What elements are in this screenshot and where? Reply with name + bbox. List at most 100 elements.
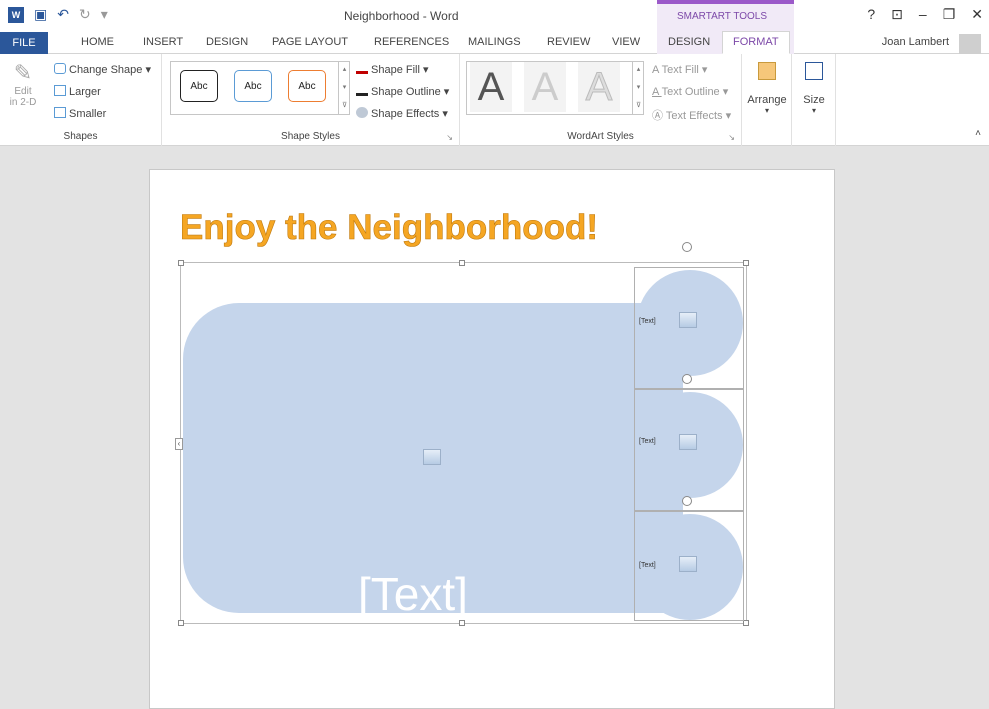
arrange-group: Arrange ▾ <box>742 54 792 146</box>
circle-shape-2[interactable]: [Text] <box>634 374 744 511</box>
tab-review[interactable]: REVIEW <box>547 36 590 48</box>
user-name[interactable]: Joan Lambert <box>882 36 949 48</box>
small-text-placeholder[interactable]: [Text] <box>639 438 656 445</box>
wordart-style-3[interactable]: A <box>578 62 620 112</box>
size-icon <box>805 62 823 80</box>
tab-file[interactable]: FILE <box>0 32 48 54</box>
resize-handle[interactable] <box>178 620 184 626</box>
dialog-launcher-icon[interactable]: ↘ <box>728 133 735 142</box>
redo-icon[interactable]: ↻ <box>79 6 91 23</box>
main-text-placeholder[interactable]: [Text] <box>358 567 468 621</box>
text-fill-button[interactable]: A Text Fill ▾ <box>652 63 707 76</box>
tab-design[interactable]: DESIGN <box>206 36 248 48</box>
small-text-placeholder[interactable]: [Text] <box>639 562 656 569</box>
resize-handle[interactable] <box>459 260 465 266</box>
wordart-styles-label: WordArt Styles <box>567 131 634 142</box>
larger-icon <box>54 85 66 96</box>
picture-placeholder-icon[interactable] <box>679 312 697 328</box>
circle-shape-3[interactable]: [Text] <box>634 496 744 621</box>
help-icon[interactable]: ? <box>867 6 875 23</box>
wordart-style-2[interactable]: A <box>524 62 566 112</box>
customize-qat-icon[interactable]: ▾ <box>101 6 108 23</box>
dialog-launcher-icon[interactable]: ↘ <box>446 133 453 142</box>
change-shape-button[interactable]: Change Shape ▾ <box>54 63 151 76</box>
wordart-styles-group: A A A ▴ ▾ ⊽ A Text Fill ▾ A Text Outline ▾… <box>460 54 742 146</box>
shapes-group: ✎ Edit in 2-D Change Shape ▾ Larger Smal… <box>0 54 162 146</box>
context-group-label: SMARTART TOOLS <box>677 11 768 22</box>
edit-2d-button[interactable]: ✎ Edit in 2-D <box>6 60 40 108</box>
size-dropdown-icon: ▾ <box>811 106 816 115</box>
window-controls: ? ⊡ – ❐ ✕ <box>867 6 983 23</box>
shapes-group-label: Shapes <box>63 131 98 142</box>
tab-page-layout[interactable]: PAGE LAYOUT <box>272 36 348 48</box>
tab-smartart-design[interactable]: DESIGN <box>668 36 710 48</box>
tab-format[interactable]: FORMAT <box>722 31 790 54</box>
text-pane-toggle[interactable]: ‹ <box>175 438 183 450</box>
page-heading[interactable]: Enjoy the Neighborhood! <box>180 208 599 248</box>
larger-button[interactable]: Larger <box>54 85 101 98</box>
collapse-ribbon-icon[interactable]: ˄ <box>975 128 981 139</box>
paint-bucket-icon <box>356 63 368 74</box>
text-outline-button[interactable]: A Text Outline ▾ <box>652 85 728 98</box>
wordart-scroll[interactable]: ▴ ▾ ⊽ <box>632 61 644 115</box>
small-text-placeholder[interactable]: [Text] <box>639 318 656 325</box>
text-fill-icon: A <box>652 64 662 76</box>
shape-fill-button[interactable]: Shape Fill ▾ <box>356 63 429 76</box>
smaller-icon <box>54 107 66 118</box>
tab-references[interactable]: REFERENCES <box>374 36 449 48</box>
shape-effects-button[interactable]: Shape Effects ▾ <box>356 107 448 120</box>
shape-effects-icon <box>356 107 368 118</box>
size-group: Size ▾ <box>792 54 836 146</box>
smaller-button[interactable]: Smaller <box>54 107 106 120</box>
wordart-style-1[interactable]: A <box>470 62 512 112</box>
resize-handle[interactable] <box>743 260 749 266</box>
shape-styles-label: Shape Styles <box>281 131 340 142</box>
document-page[interactable]: Enjoy the Neighborhood! ‹ [Text] [Text] <box>149 169 835 709</box>
arrange-dropdown-icon: ▾ <box>764 106 769 115</box>
smartart-tools-group: SMARTART TOOLS <box>657 0 794 32</box>
save-icon[interactable]: ▣ <box>34 6 47 23</box>
text-effects-button[interactable]: Ⓐ Text Effects ▾ <box>652 107 731 123</box>
shape-styles-group: Abc Abc Abc ▴ ▾ ⊽ Shape Fill ▾ Shape Outli… <box>162 54 460 146</box>
text-outline-icon: A <box>652 86 662 98</box>
tab-view[interactable]: VIEW <box>612 36 640 48</box>
word-app-icon[interactable]: W <box>8 6 24 23</box>
ribbon-tabs: FILE HOME INSERT DESIGN PAGE LAYOUT REFE… <box>0 31 989 54</box>
avatar[interactable] <box>959 34 981 54</box>
rotate-handle-icon[interactable] <box>682 242 692 252</box>
picture-placeholder-icon[interactable] <box>679 434 697 450</box>
pencil-icon: ✎ <box>13 60 33 85</box>
shape-outline-button[interactable]: Shape Outline ▾ <box>356 85 449 98</box>
resize-handle[interactable] <box>178 260 184 266</box>
main-picture-shape[interactable]: [Text] <box>183 303 683 620</box>
minimize-icon[interactable]: – <box>919 6 927 23</box>
rotate-handle-icon[interactable] <box>682 374 692 384</box>
restore-icon[interactable]: ❐ <box>943 6 956 23</box>
text-effects-icon: Ⓐ <box>652 110 666 122</box>
undo-icon[interactable]: ↶ <box>57 6 69 23</box>
ribbon: ✎ Edit in 2-D Change Shape ▾ Larger Smal… <box>0 54 989 146</box>
document-canvas[interactable]: Enjoy the Neighborhood! ‹ [Text] [Text] <box>0 147 989 709</box>
picture-placeholder-icon[interactable] <box>679 556 697 572</box>
shape-style-1[interactable]: Abc <box>180 70 218 102</box>
circle-shape-1[interactable]: [Text] <box>634 242 744 389</box>
tab-home[interactable]: HOME <box>81 36 114 48</box>
close-icon[interactable]: ✕ <box>971 6 983 23</box>
picture-placeholder-icon[interactable] <box>423 449 441 465</box>
change-shape-icon <box>54 63 66 74</box>
arrange-icon <box>758 62 776 80</box>
arrange-button[interactable]: Arrange ▾ <box>744 62 790 115</box>
tab-mailings[interactable]: MAILINGS <box>468 36 521 48</box>
pen-outline-icon <box>356 85 368 96</box>
smartart-graphic[interactable]: ‹ [Text] [Text] [Text] [Text] <box>175 242 749 626</box>
quick-access-toolbar: W ▣ ↶ ↻ ▾ <box>8 6 108 23</box>
rotate-handle-icon[interactable] <box>682 496 692 506</box>
title-bar: W ▣ ↶ ↻ ▾ Neighborhood - Word SMARTART T… <box>0 0 989 32</box>
size-button[interactable]: Size ▾ <box>794 62 834 115</box>
ribbon-display-icon[interactable]: ⊡ <box>891 6 903 23</box>
tab-insert[interactable]: INSERT <box>143 36 183 48</box>
shape-style-2[interactable]: Abc <box>234 70 272 102</box>
shape-style-scroll[interactable]: ▴ ▾ ⊽ <box>338 61 350 115</box>
window-title: Neighborhood - Word <box>344 9 459 23</box>
shape-style-3[interactable]: Abc <box>288 70 326 102</box>
